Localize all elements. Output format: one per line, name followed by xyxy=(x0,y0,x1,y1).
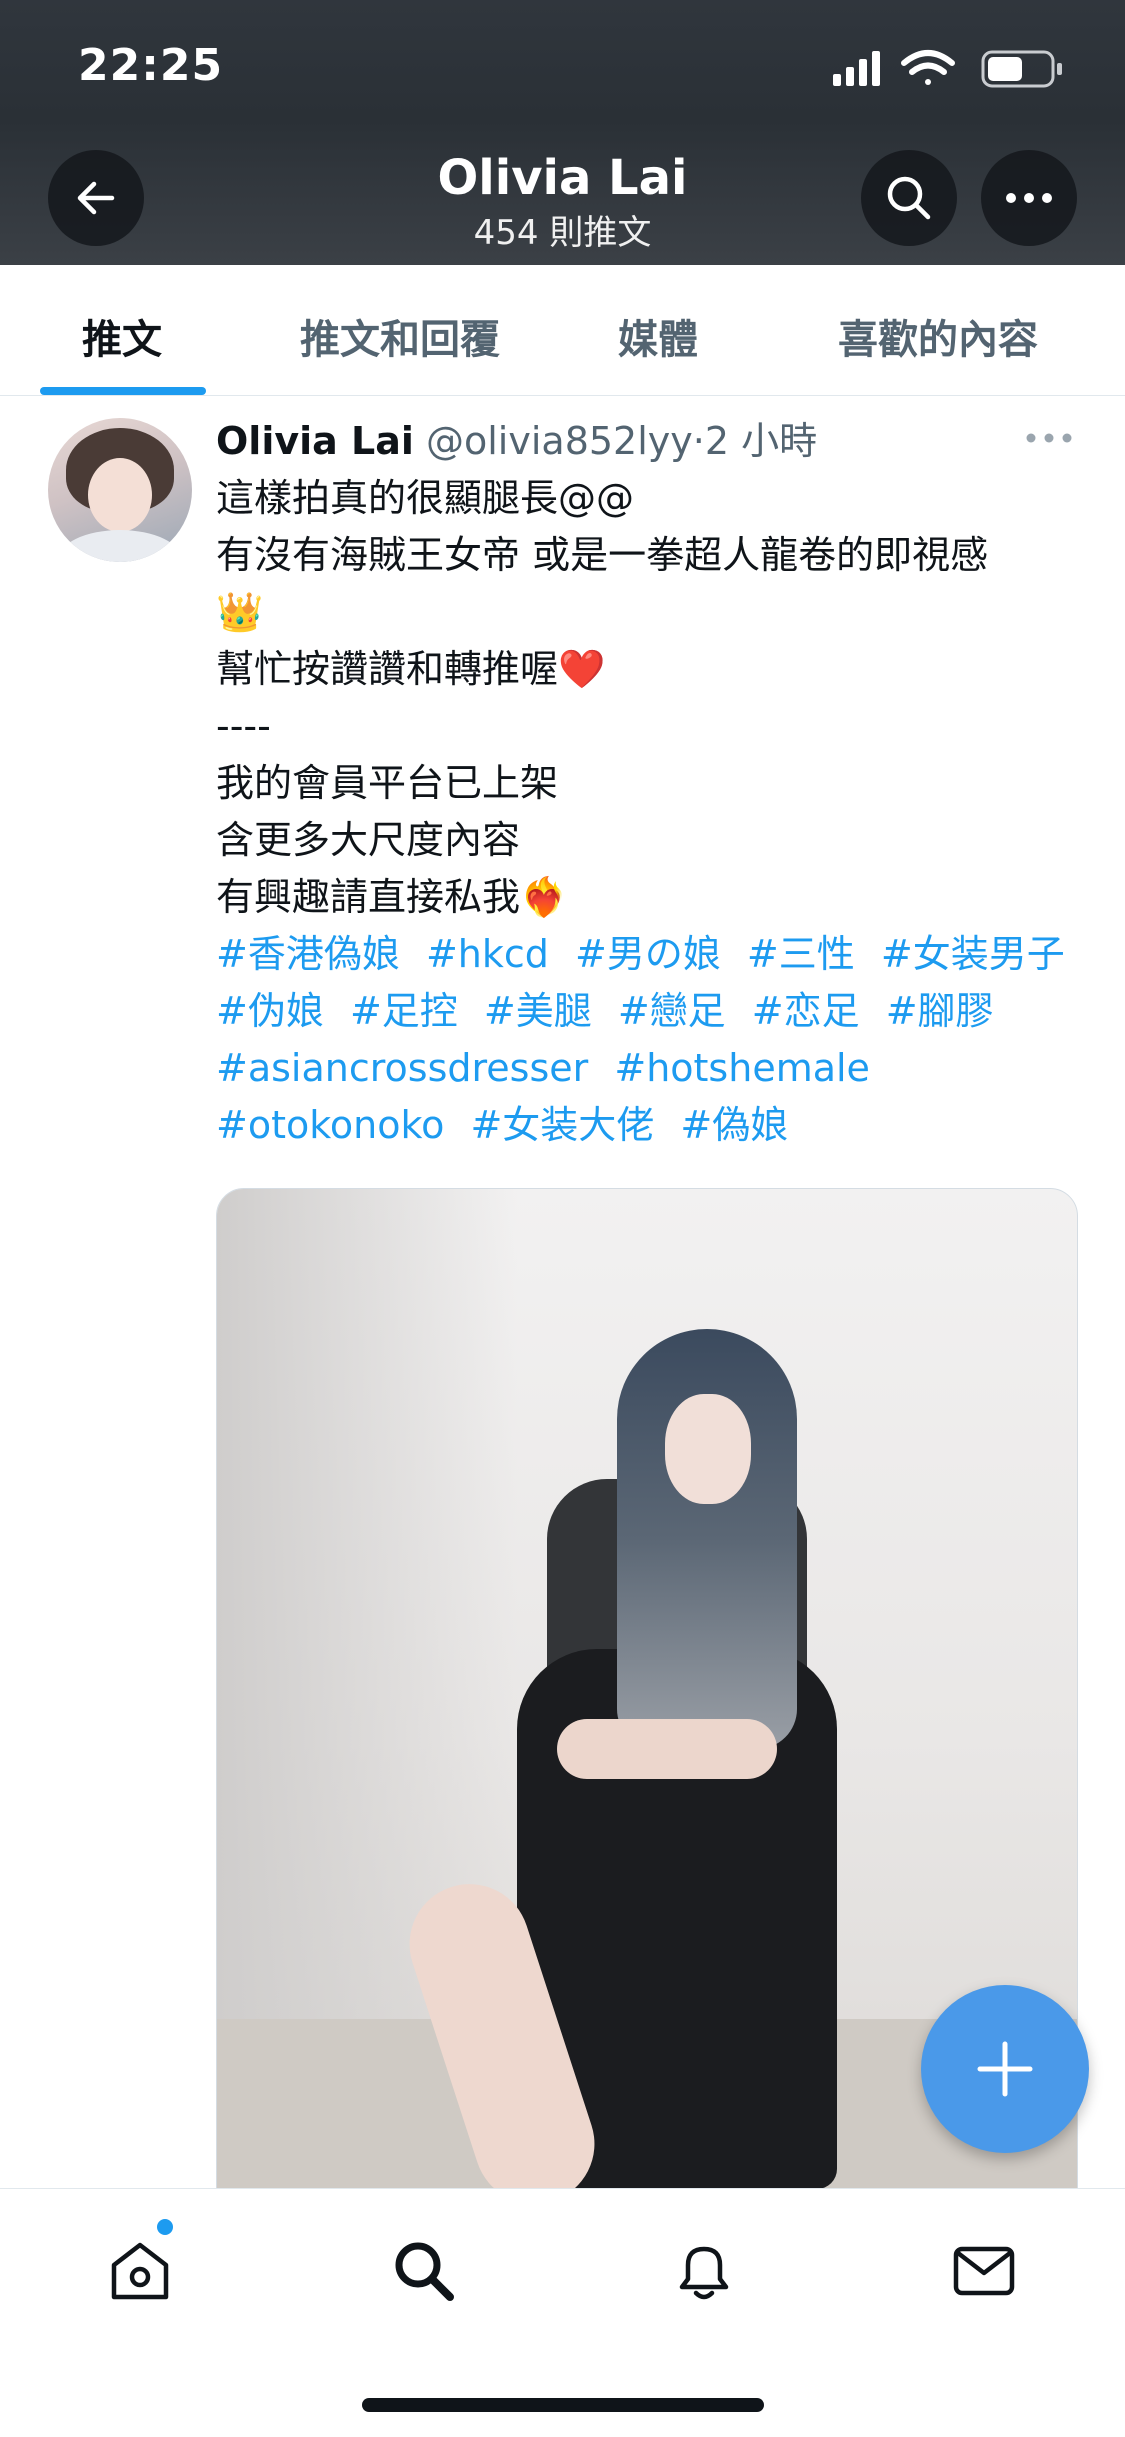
hashtag-link[interactable]: #asiancrossdresser xyxy=(216,1046,588,1090)
hashtag-link[interactable]: #足控 xyxy=(350,989,458,1033)
profile-header: 22:25 Olivia Lai 454 則推文 xyxy=(0,0,1125,265)
tweet-line: 我的會員平台已上架 xyxy=(216,761,559,805)
hashtag-link[interactable]: #hotshemale xyxy=(614,1046,870,1090)
hashtag-link[interactable]: #偽娘 xyxy=(680,1103,788,1147)
tweet-line: 有興趣請直接私我❤️‍🔥 xyxy=(216,875,568,919)
hashtag-link[interactable]: #戀足 xyxy=(618,989,726,1033)
plus-icon xyxy=(977,2041,1033,2097)
tweet-line: 👑 xyxy=(216,590,264,634)
search-icon xyxy=(887,176,931,220)
hashtag-link[interactable]: #腳膠 xyxy=(886,989,994,1033)
tweet-line: 這樣拍真的很顯腿長@@ xyxy=(216,476,635,520)
more-button[interactable] xyxy=(981,150,1077,246)
hashtag-link[interactable]: #女装大佬 xyxy=(470,1103,654,1147)
hashtag-link[interactable]: #恋足 xyxy=(752,989,860,1033)
tweet-separator: · xyxy=(692,419,705,463)
status-time: 22:25 xyxy=(78,40,224,91)
hashtag-link[interactable]: #女装男子 xyxy=(881,932,1065,976)
tab-tweets-and-replies[interactable]: 推文和回覆 xyxy=(300,307,500,365)
battery-icon xyxy=(981,50,1062,88)
tab-tweets[interactable]: 推文 xyxy=(82,307,162,365)
more-horizontal-icon xyxy=(1006,193,1052,203)
tweet-text: 這樣拍真的很顯腿長@@ 有沒有海賊王女帝 或是一拳超人龍卷的即視感 👑 幫忙按讚… xyxy=(216,470,1096,1154)
tweet-more-icon[interactable] xyxy=(1024,430,1074,446)
wifi-icon xyxy=(901,50,955,85)
search-button[interactable] xyxy=(861,150,957,246)
notification-dot xyxy=(157,2219,173,2235)
avatar[interactable] xyxy=(48,418,192,562)
home-icon[interactable] xyxy=(104,2235,176,2307)
tweet-line: 有沒有海賊王女帝 或是一拳超人龍卷的即視感 xyxy=(216,533,989,577)
profile-tabs: 推文 推文和回覆 媒體 喜歡的內容 xyxy=(0,265,1125,396)
tweet-line: 幫忙按讚讚和轉推喔❤️ xyxy=(216,647,606,691)
search-icon[interactable] xyxy=(388,2235,460,2307)
hashtag-link[interactable]: #hkcd xyxy=(426,932,549,976)
active-tab-indicator xyxy=(40,387,206,395)
tweet-line: 含更多大尺度內容 xyxy=(216,818,521,862)
signal-icon xyxy=(833,51,880,86)
hashtag-link[interactable]: #美腿 xyxy=(484,989,592,1033)
bell-icon[interactable] xyxy=(668,2235,740,2307)
hashtag-link[interactable]: #三性 xyxy=(747,932,855,976)
tweet-count: 454 則推文 xyxy=(473,213,652,253)
mail-icon[interactable] xyxy=(948,2235,1020,2307)
hashtag-list: #香港偽娘 #hkcd #男の娘 #三性 #女装男子 #伪娘 #足控 #美腿 #… xyxy=(216,926,1096,1154)
hashtag-link[interactable]: #男の娘 xyxy=(575,932,721,976)
tweet-author[interactable]: Olivia Lai xyxy=(216,419,414,463)
compose-tweet-button[interactable] xyxy=(921,1985,1089,2153)
hashtag-link[interactable]: #伪娘 xyxy=(216,989,324,1033)
status-icons xyxy=(833,50,1062,88)
tweet-line: ---- xyxy=(216,704,271,748)
tab-media[interactable]: 媒體 xyxy=(618,307,698,365)
hashtag-link[interactable]: #香港偽娘 xyxy=(216,932,400,976)
tab-likes[interactable]: 喜歡的內容 xyxy=(838,307,1038,365)
tweet-time[interactable]: 2 小時 xyxy=(705,419,817,463)
tweet-handle[interactable]: @olivia852lyy xyxy=(426,419,693,463)
hashtag-link[interactable]: #otokonoko xyxy=(216,1103,444,1147)
tweet-header: Olivia Lai @olivia852lyy·2 小時 xyxy=(216,410,817,465)
home-indicator xyxy=(362,2398,764,2412)
